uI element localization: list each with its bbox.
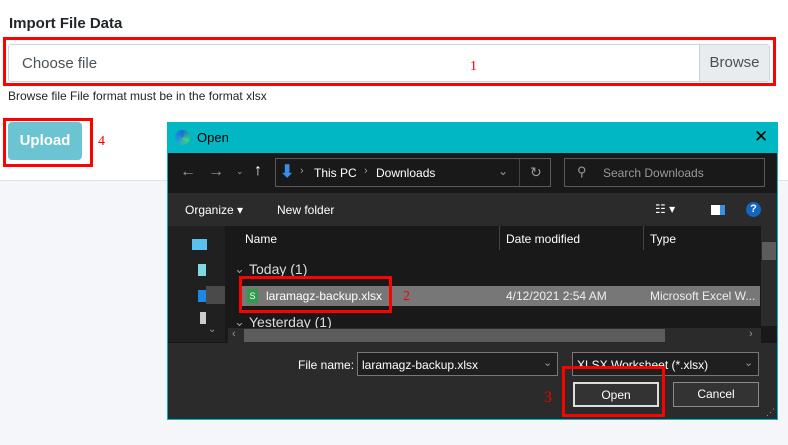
downloads-icon: ⬇ xyxy=(280,162,295,181)
page-title: Import File Data xyxy=(9,15,123,32)
forward-icon[interactable]: → xyxy=(208,163,224,181)
file-type: Microsoft Excel W... xyxy=(650,289,756,303)
resize-grip-icon[interactable]: ⋰ xyxy=(766,407,775,418)
dialog-title: Open xyxy=(197,130,229,145)
annotation-number: 2 xyxy=(403,289,410,304)
preview-pane-icon[interactable] xyxy=(711,205,725,215)
help-icon[interactable]: ? xyxy=(746,202,761,217)
close-icon[interactable]: ✕ xyxy=(754,127,768,147)
help-text: Browse file File format must be in the f… xyxy=(8,89,267,103)
annotation-number: 1 xyxy=(470,59,477,74)
dialog-toolbar xyxy=(168,193,777,226)
search-icon: ⚲ xyxy=(577,164,587,179)
chevron-down-icon[interactable]: ⌄ xyxy=(744,356,753,369)
upload-button[interactable]: Upload xyxy=(8,122,82,160)
new-folder-button[interactable]: New folder xyxy=(277,203,334,217)
column-name[interactable]: Name xyxy=(245,232,277,246)
scroll-down-icon[interactable]: ⌄ xyxy=(208,324,216,335)
annotation-number: 3 xyxy=(544,389,552,406)
file-name-input[interactable]: laramagz-backup.xlsx ⌄ xyxy=(357,352,558,376)
file-name-label: File name: xyxy=(298,358,355,372)
annotation-box-3 xyxy=(562,366,665,417)
chevron-down-icon[interactable]: ⌄ xyxy=(498,164,508,178)
search-placeholder: Search Downloads xyxy=(603,166,704,180)
breadcrumb-this-pc[interactable]: This PC xyxy=(314,166,357,180)
chevron-down-icon[interactable]: ⌄ xyxy=(543,356,552,369)
vertical-scrollbar[interactable] xyxy=(761,226,777,326)
column-type[interactable]: Type xyxy=(650,232,676,246)
column-date-modified[interactable]: Date modified xyxy=(506,232,580,246)
annotation-box-2 xyxy=(239,276,392,313)
navigation-pane[interactable]: ⌄ xyxy=(168,226,225,342)
file-input[interactable]: Choose file Browse xyxy=(8,44,770,82)
back-icon[interactable]: ← xyxy=(180,163,196,181)
folder-icon xyxy=(198,290,206,302)
desktop-icon xyxy=(192,239,207,250)
annotation-number: 4 xyxy=(98,134,105,149)
search-input[interactable]: ⚲ Search Downloads xyxy=(564,158,765,187)
edge-icon xyxy=(175,130,190,145)
folder-icon xyxy=(198,264,206,276)
view-options-icon[interactable]: ☷ ▾ xyxy=(655,202,675,216)
address-bar[interactable]: ⬇ › This PC › Downloads ⌄ ↻ xyxy=(275,158,551,187)
open-file-dialog: Open ✕ ← → ⌄ ↑ ⬇ › This PC › Downloads ⌄… xyxy=(167,122,778,420)
group-today[interactable]: Today (1) xyxy=(249,261,307,277)
file-date: 4/12/2021 2:54 AM xyxy=(506,289,607,303)
breadcrumb-downloads[interactable]: Downloads xyxy=(376,166,435,180)
horizontal-scrollbar[interactable]: ‹ › xyxy=(228,328,761,343)
file-name-value: laramagz-backup.xlsx xyxy=(362,358,479,372)
file-input-placeholder: Choose file xyxy=(22,55,98,72)
dialog-titlebar: Open ✕ xyxy=(168,123,777,153)
up-icon[interactable]: ↑ xyxy=(254,162,262,180)
group-yesterday[interactable]: Yesterday (1) xyxy=(249,314,332,328)
organize-button[interactable]: Organize ▾ xyxy=(185,203,243,217)
cancel-button[interactable]: Cancel xyxy=(673,382,759,407)
browse-button[interactable]: Browse xyxy=(699,45,769,81)
recent-chevron-icon[interactable]: ⌄ xyxy=(236,166,244,177)
document-icon xyxy=(200,312,206,324)
refresh-icon[interactable]: ↻ xyxy=(530,164,542,181)
